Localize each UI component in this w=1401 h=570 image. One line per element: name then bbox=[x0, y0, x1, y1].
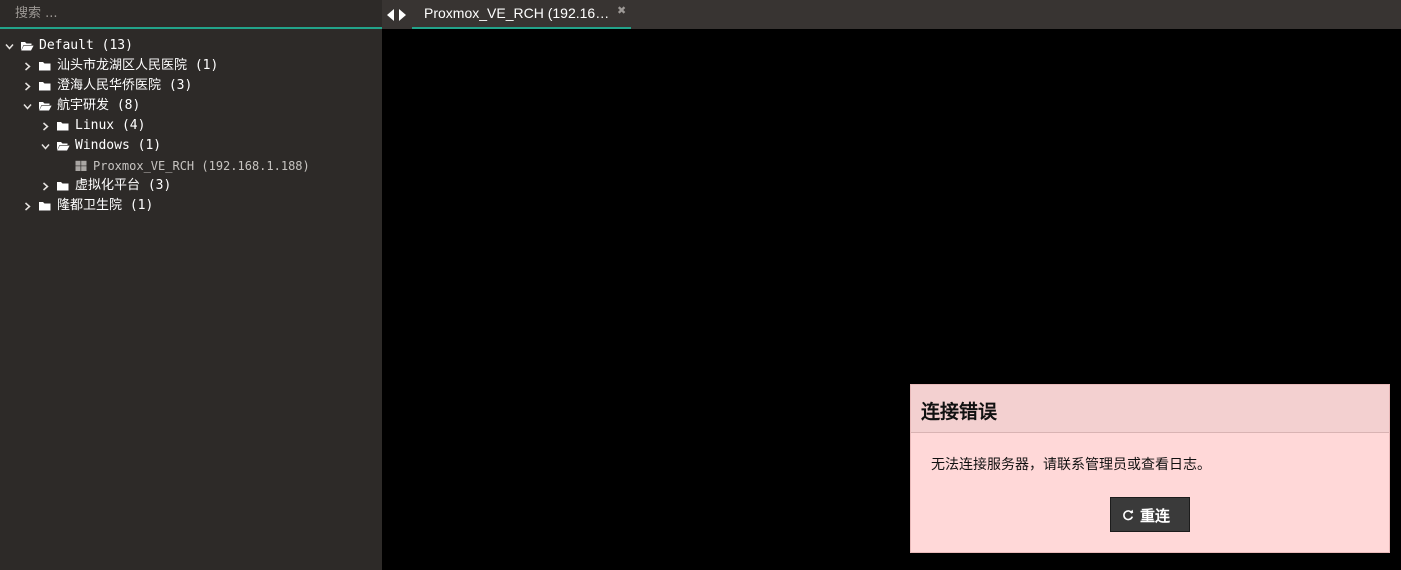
tab-title: Proxmox_VE_RCH (192.168.1.188) bbox=[424, 5, 616, 21]
dialog-header: 连接错误 bbox=[911, 385, 1389, 433]
tree-folder-item[interactable]: Linux (4) bbox=[0, 116, 382, 136]
chevron-right-icon[interactable] bbox=[22, 196, 34, 216]
tab-close-icon[interactable]: ✖ bbox=[617, 4, 626, 17]
connection-error-dialog: 连接错误 无法连接服务器，请联系管理员或查看日志。 重连 bbox=[910, 384, 1390, 553]
refresh-icon bbox=[1123, 509, 1134, 521]
dialog-message: 无法连接服务器，请联系管理员或查看日志。 bbox=[931, 457, 1211, 473]
tree-item-label: Default (13) bbox=[39, 38, 133, 53]
chevron-down-icon[interactable] bbox=[40, 136, 52, 156]
reconnect-button[interactable]: 重连 bbox=[1110, 497, 1190, 532]
reconnect-button-label: 重连 bbox=[1140, 507, 1171, 525]
folder-icon bbox=[38, 76, 54, 96]
tree-connection-item[interactable]: Proxmox_VE_RCH (192.168.1.188) bbox=[0, 156, 382, 176]
tree-folder-item[interactable]: Default (13) bbox=[0, 36, 382, 56]
dialog-title: 连接错误 bbox=[921, 401, 998, 423]
tree-item-label: Linux (4) bbox=[75, 118, 146, 133]
folder-icon bbox=[38, 56, 54, 76]
tree-folder-item[interactable]: 隆都卫生院 (1) bbox=[0, 196, 382, 216]
tab-prev-icon[interactable] bbox=[386, 8, 396, 22]
tree-item-label: Windows (1) bbox=[75, 138, 162, 153]
tree-item-label: Proxmox_VE_RCH (192.168.1.188) bbox=[93, 159, 310, 173]
chevron-right-icon[interactable] bbox=[22, 76, 34, 96]
tree-folder-item[interactable]: Windows (1) bbox=[0, 136, 382, 156]
chevron-right-icon[interactable] bbox=[40, 116, 52, 136]
tree-item-label: 航宇研发 (8) bbox=[57, 98, 141, 113]
tab-session[interactable]: Proxmox_VE_RCH (192.168.1.188) ✖ bbox=[412, 0, 631, 29]
folder-icon bbox=[56, 116, 72, 136]
folder-open-icon bbox=[38, 96, 54, 116]
sidebar: Default (13) 汕头市龙湖区人民医院 (1) 澄海人民华侨医院 (3) 航宇… bbox=[0, 0, 382, 570]
chevron-down-icon[interactable] bbox=[22, 96, 34, 116]
tab-bar: Proxmox_VE_RCH (192.168.1.188) ✖ bbox=[382, 0, 1401, 29]
folder-open-icon bbox=[56, 136, 72, 156]
tree-folder-item[interactable]: 航宇研发 (8) bbox=[0, 96, 382, 116]
chevron-right-icon[interactable] bbox=[40, 176, 52, 196]
folder-open-icon bbox=[20, 36, 36, 56]
chevron-down-icon[interactable] bbox=[4, 36, 16, 56]
tree-folder-item[interactable]: 澄海人民华侨医院 (3) bbox=[0, 76, 382, 96]
tree-folder-item[interactable]: 汕头市龙湖区人民医院 (1) bbox=[0, 56, 382, 76]
tree-item-label: 汕头市龙湖区人民医院 (1) bbox=[57, 58, 219, 73]
tree-item-label: 澄海人民华侨医院 (3) bbox=[57, 78, 193, 93]
remote-viewport[interactable]: 连接错误 无法连接服务器，请联系管理员或查看日志。 重连 bbox=[382, 29, 1401, 570]
search-bar bbox=[0, 0, 382, 29]
tree-folder-item[interactable]: 虚拟化平台 (3) bbox=[0, 176, 382, 196]
folder-icon bbox=[56, 176, 72, 196]
folder-icon bbox=[38, 196, 54, 216]
main-area: Proxmox_VE_RCH (192.168.1.188) ✖ 连接错误 无法… bbox=[382, 0, 1401, 570]
tree-item-label: 隆都卫生院 (1) bbox=[57, 198, 154, 213]
tab-next-icon[interactable] bbox=[397, 8, 407, 22]
windows-icon bbox=[74, 156, 90, 176]
chevron-right-icon[interactable] bbox=[22, 56, 34, 76]
tree-item-label: 虚拟化平台 (3) bbox=[75, 178, 172, 193]
search-input[interactable] bbox=[0, 0, 382, 27]
app-window: Default (13) 汕头市龙湖区人民医院 (1) 澄海人民华侨医院 (3) 航宇… bbox=[0, 0, 1401, 570]
connection-tree: Default (13) 汕头市龙湖区人民医院 (1) 澄海人民华侨医院 (3) 航宇… bbox=[0, 36, 382, 216]
